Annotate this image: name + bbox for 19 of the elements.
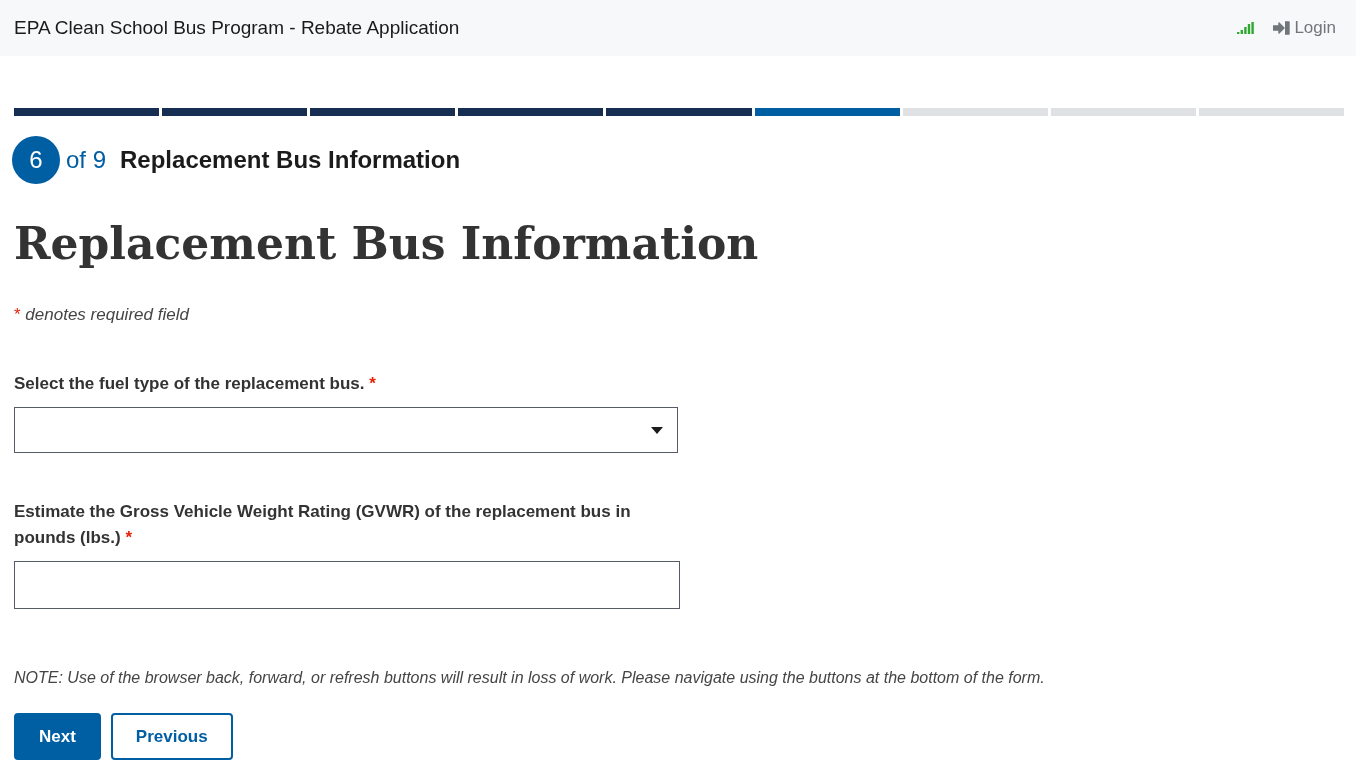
field-label: Estimate the Gross Vehicle Weight Rating (GVWR) of the replacement bus in pounds (lbs.) * — [14, 501, 632, 549]
previous-button[interactable]: Previous — [110, 713, 233, 760]
navigation-note: NOTE: Use of the browser back, forward, or refresh buttons will result in loss of work. Please navigate using the buttons at the bottom of the form. — [14, 669, 1046, 687]
required-legend: * denotes required field — [14, 305, 1344, 325]
login-link[interactable]: Login — [1273, 18, 1336, 38]
next-button[interactable]: Next — [14, 713, 101, 760]
step-title: Replacement Bus Information — [120, 146, 461, 174]
fuel-type-select[interactable] — [14, 407, 678, 453]
signal-icon — [1237, 22, 1256, 34]
caret-icon — [651, 426, 663, 434]
sign-in-icon — [1273, 21, 1292, 35]
required-asterisk: * — [124, 528, 133, 547]
step-total: of 9 — [66, 146, 107, 174]
input-field[interactable] — [14, 561, 680, 609]
step-number: 6 — [12, 136, 60, 184]
required-asterisk: * — [368, 374, 376, 393]
app-title: EPA Clean School Bus Program - Rebate Application — [14, 17, 460, 39]
field-label: Select the fuel type of the replacement bus. * — [14, 373, 377, 395]
page-heading: Replacement Bus Information — [14, 218, 760, 269]
